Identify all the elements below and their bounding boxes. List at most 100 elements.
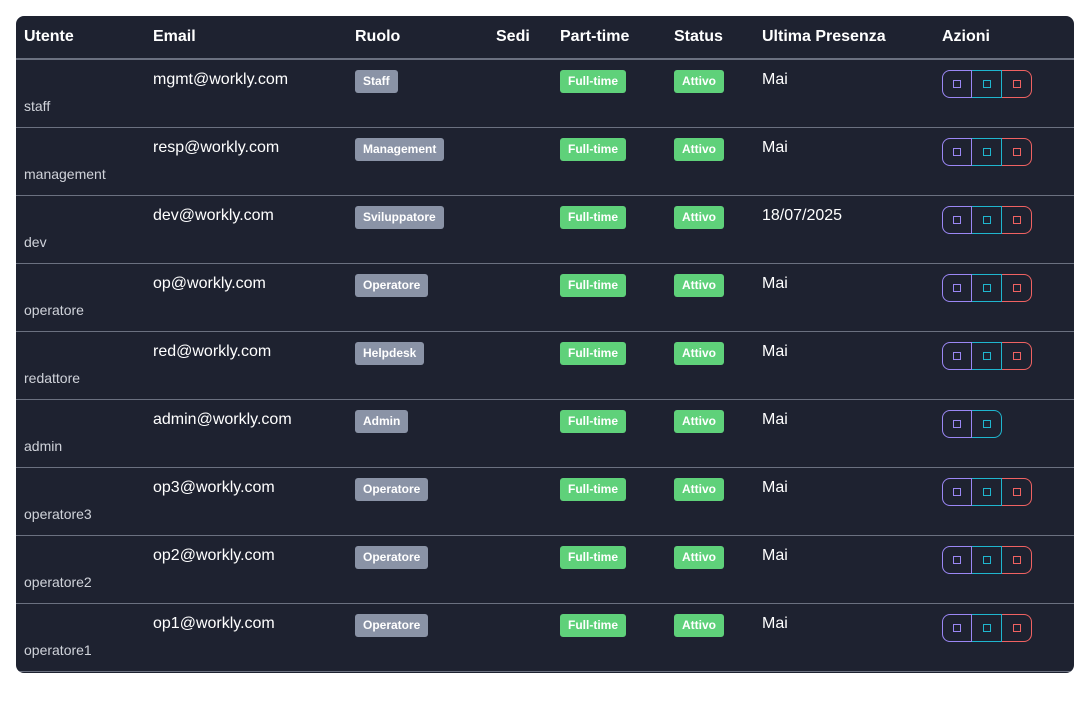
part-time-cell: Full-time <box>552 59 666 128</box>
delete-icon <box>1012 351 1021 360</box>
table-row[interactable]: management resp@workly.com Management Fu… <box>16 127 1074 196</box>
table-row[interactable]: admin admin@workly.com Admin Full-time A… <box>16 399 1074 468</box>
view-button[interactable] <box>972 477 1002 506</box>
role-badge: Staff <box>355 70 398 93</box>
status-cell: Attivo <box>666 467 754 536</box>
edit-button[interactable] <box>942 545 972 574</box>
edit-button[interactable] <box>942 70 972 98</box>
user-email: resp@workly.com <box>145 127 347 196</box>
table-row[interactable]: redattore red@workly.com Helpdesk Full-t… <box>16 331 1074 400</box>
user-name: admin <box>16 399 145 468</box>
status-badge: Attivo <box>674 137 724 161</box>
edit-icon <box>953 351 961 360</box>
edit-button[interactable] <box>942 409 972 438</box>
actions-cell <box>934 127 1074 196</box>
edit-button[interactable] <box>942 613 972 642</box>
last-presence: Mai <box>754 127 934 196</box>
delete-button[interactable] <box>1002 613 1032 642</box>
view-button[interactable] <box>972 205 1002 234</box>
status-badge: Attivo <box>674 273 724 297</box>
table-row[interactable]: dev dev@workly.com Sviluppatore Full-tim… <box>16 195 1074 264</box>
actions-cell <box>934 331 1074 400</box>
header-utente[interactable]: Utente <box>16 16 145 60</box>
user-name: dev <box>16 195 145 264</box>
part-time-badge: Full-time <box>560 409 626 433</box>
last-presence: Mai <box>754 467 934 536</box>
table-row[interactable]: operatore3 op3@workly.com Operatore Full… <box>16 467 1074 536</box>
edit-icon <box>953 623 961 632</box>
delete-button[interactable] <box>1002 70 1032 98</box>
header-azioni: Azioni <box>934 16 1074 60</box>
status-cell: Attivo <box>666 603 754 672</box>
view-icon <box>982 623 991 632</box>
view-icon <box>982 351 991 360</box>
delete-button[interactable] <box>1002 545 1032 574</box>
view-button[interactable] <box>972 137 1002 166</box>
header-email[interactable]: Email <box>145 16 347 60</box>
user-email: dev@workly.com <box>145 195 347 264</box>
view-button[interactable] <box>972 545 1002 574</box>
delete-icon <box>1012 283 1021 292</box>
part-time-badge: Full-time <box>560 545 626 569</box>
header-ruolo[interactable]: Ruolo <box>347 16 488 60</box>
edit-button[interactable] <box>942 273 972 302</box>
role-badge: Operatore <box>355 613 429 637</box>
part-time-cell: Full-time <box>552 331 666 400</box>
delete-button[interactable] <box>1002 341 1032 370</box>
view-button[interactable] <box>972 409 1002 438</box>
part-time-cell: Full-time <box>552 603 666 672</box>
view-icon <box>982 80 991 88</box>
sedi-cell <box>488 195 552 264</box>
actions-cell <box>934 535 1074 604</box>
delete-button[interactable] <box>1002 205 1032 234</box>
edit-button[interactable] <box>942 341 972 370</box>
edit-icon <box>953 215 961 224</box>
delete-button[interactable] <box>1002 477 1032 506</box>
role-cell: Admin <box>347 399 488 468</box>
header-sedi[interactable]: Sedi <box>488 16 552 60</box>
sedi-cell <box>488 467 552 536</box>
view-icon <box>982 215 991 224</box>
part-time-cell: Full-time <box>552 399 666 468</box>
edit-button[interactable] <box>942 205 972 234</box>
status-badge: Attivo <box>674 205 724 229</box>
user-email: op3@workly.com <box>145 467 347 536</box>
sedi-cell <box>488 399 552 468</box>
table-row[interactable]: operatore2 op2@workly.com Operatore Full… <box>16 535 1074 604</box>
actions-cell <box>934 59 1074 128</box>
action-button-group <box>942 613 1032 642</box>
table-row[interactable]: operatore1 op1@workly.com Operatore Full… <box>16 603 1074 672</box>
view-icon <box>982 419 991 428</box>
header-status[interactable]: Status <box>666 16 754 60</box>
user-name: operatore3 <box>16 467 145 536</box>
action-button-group <box>942 409 1002 438</box>
status-badge: Attivo <box>674 613 724 637</box>
user-email: op2@workly.com <box>145 535 347 604</box>
sedi-cell <box>488 603 552 672</box>
header-part-time[interactable]: Part-time <box>552 16 666 60</box>
edit-button[interactable] <box>942 477 972 506</box>
delete-button[interactable] <box>1002 137 1032 166</box>
user-name: operatore1 <box>16 603 145 672</box>
edit-icon <box>953 283 961 292</box>
delete-button[interactable] <box>1002 273 1032 302</box>
user-email: mgmt@workly.com <box>145 59 347 128</box>
role-badge: Helpdesk <box>355 341 425 365</box>
status-badge: Attivo <box>674 341 724 365</box>
part-time-cell: Full-time <box>552 127 666 196</box>
part-time-badge: Full-time <box>560 613 626 637</box>
action-button-group <box>942 477 1032 506</box>
header-ultima-presenza[interactable]: Ultima Presenza <box>754 16 934 60</box>
status-badge: Attivo <box>674 409 724 433</box>
view-button[interactable] <box>972 613 1002 642</box>
view-button[interactable] <box>972 341 1002 370</box>
last-presence: Mai <box>754 399 934 468</box>
delete-icon <box>1012 555 1021 564</box>
part-time-cell: Full-time <box>552 467 666 536</box>
view-button[interactable] <box>972 70 1002 98</box>
table-row[interactable]: operatore op@workly.com Operatore Full-t… <box>16 263 1074 332</box>
edit-button[interactable] <box>942 137 972 166</box>
view-button[interactable] <box>972 273 1002 302</box>
table-row[interactable]: staff mgmt@workly.com Staff Full-time At… <box>16 59 1074 128</box>
actions-cell <box>934 263 1074 332</box>
